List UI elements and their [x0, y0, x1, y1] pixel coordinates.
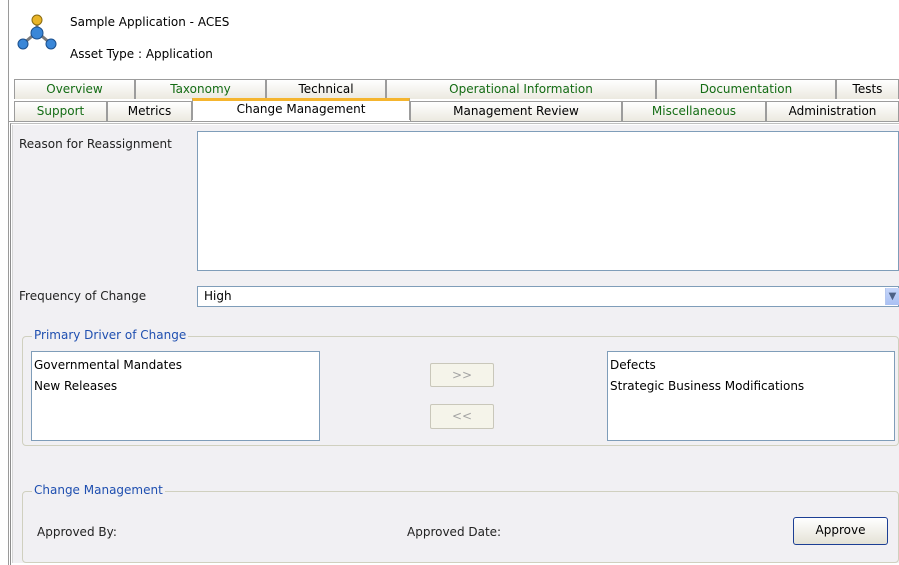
tab-overview[interactable]: Overview [14, 79, 135, 99]
tab-technical[interactable]: Technical [266, 79, 386, 99]
app-title: Sample Application - ACES [70, 15, 230, 29]
tab-miscellaneous[interactable]: Miscellaneous [622, 101, 766, 121]
application-asset-icon [17, 14, 57, 50]
tab-support[interactable]: Support [14, 101, 107, 121]
tab-tests[interactable]: Tests [836, 79, 899, 99]
tab-management-review[interactable]: Management Review [410, 101, 622, 121]
asset-type-label: Asset Type : Application [70, 47, 213, 61]
approved-date-label: Approved Date: [407, 525, 502, 539]
list-item[interactable]: New Releases [34, 376, 317, 397]
list-item[interactable]: Defects [610, 355, 892, 376]
frequency-select[interactable]: High [197, 286, 899, 307]
window-left-edge [8, 0, 9, 565]
reason-textarea[interactable] [197, 131, 899, 271]
chevron-down-icon[interactable]: ▼ [885, 288, 899, 305]
add-driver-button[interactable]: >> [430, 363, 494, 387]
tab-operational-information[interactable]: Operational Information [386, 79, 656, 99]
remove-driver-button[interactable]: << [430, 404, 494, 429]
tab-documentation[interactable]: Documentation [656, 79, 836, 99]
selected-drivers-list[interactable]: Defects Strategic Business Modifications [607, 351, 895, 441]
frequency-label: Frequency of Change [19, 289, 147, 303]
tab-taxonomy[interactable]: Taxonomy [135, 79, 266, 99]
tab-administration[interactable]: Administration [766, 101, 899, 121]
approved-by-label: Approved By: [37, 525, 117, 539]
tab-metrics[interactable]: Metrics [107, 101, 192, 121]
available-drivers-list[interactable]: Governmental Mandates New Releases [31, 351, 320, 441]
reason-label: Reason for Reassignment [19, 137, 172, 151]
primary-driver-title: Primary Driver of Change [32, 328, 189, 342]
tabstrip-baseline [9, 121, 899, 122]
list-item[interactable]: Strategic Business Modifications [610, 376, 892, 397]
tab-change-management[interactable]: Change Management [192, 98, 410, 120]
list-item[interactable]: Governmental Mandates [34, 355, 317, 376]
change-management-title: Change Management [32, 483, 165, 497]
approve-button[interactable]: Approve [793, 517, 888, 545]
